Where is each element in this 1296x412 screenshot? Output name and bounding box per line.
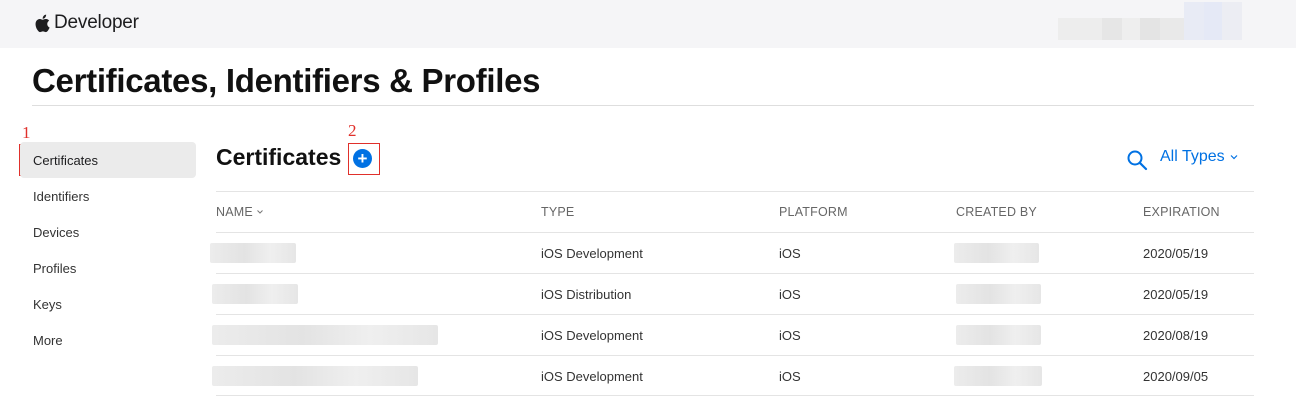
certificate-name	[212, 315, 438, 355]
sidebar-item-label: Keys	[33, 296, 62, 312]
sort-chevron-icon	[257, 210, 263, 214]
sidebar-item-more[interactable]: More	[20, 322, 196, 358]
type-filter-label: All Types	[1160, 148, 1225, 165]
sidebar-item-label: Certificates	[33, 152, 99, 168]
add-certificate-button[interactable]: +	[353, 149, 372, 168]
certificate-expiration: 2020/05/19	[1143, 286, 1209, 302]
plus-circle-icon: +	[357, 149, 368, 168]
sidebar-nav: Certificates Identifiers Devices Profile…	[20, 142, 196, 358]
certificate-platform: iOS	[779, 327, 801, 343]
title-divider	[32, 105, 1254, 106]
certificate-type: iOS Development	[541, 245, 643, 261]
section-title: Certificates	[216, 144, 342, 170]
certificate-name	[212, 356, 418, 396]
certificates-table: NAME TYPE PLATFORM CREATED BY EXPIRATION…	[210, 191, 1254, 396]
global-nav: Developer	[0, 0, 1296, 48]
certificate-type: iOS Distribution	[541, 286, 632, 302]
column-header-type: TYPE	[541, 205, 575, 219]
certificate-name	[210, 233, 296, 273]
certificate-expiration: 2020/09/05	[1143, 368, 1209, 384]
column-header-expiration: EXPIRATION	[1143, 205, 1220, 219]
callout-number-1: 1	[22, 123, 31, 142]
sidebar-item-devices[interactable]: Devices	[20, 214, 196, 250]
column-header-name[interactable]: NAME	[216, 192, 264, 232]
sidebar-item-label: Identifiers	[33, 188, 90, 204]
certificate-created-by	[954, 233, 1039, 273]
search-icon[interactable]	[1126, 149, 1148, 171]
column-header-platform: PLATFORM	[779, 205, 848, 219]
table-header-row: NAME TYPE PLATFORM CREATED BY EXPIRATION	[216, 191, 1254, 232]
sidebar-item-certificates[interactable]: Certificates	[20, 142, 196, 178]
apple-logo-icon	[35, 14, 50, 32]
sidebar-item-label: Profiles	[33, 260, 77, 276]
callout-number-2: 2	[348, 121, 357, 140]
certificate-expiration: 2020/05/19	[1143, 245, 1209, 261]
chevron-down-icon	[1230, 155, 1238, 160]
certificate-platform: iOS	[779, 368, 801, 384]
sidebar-item-label: More	[33, 332, 63, 348]
sidebar-item-profiles[interactable]: Profiles	[20, 250, 196, 286]
certificate-expiration: 2020/08/19	[1143, 327, 1209, 343]
certificate-created-by	[956, 315, 1041, 355]
certificate-created-by	[956, 274, 1041, 314]
certificate-created-by	[954, 356, 1042, 396]
page-title: Certificates, Identifiers & Profiles	[32, 62, 541, 99]
table-row[interactable]: iOS Development iOS 2020/05/19	[210, 232, 1254, 273]
account-menu[interactable]	[1058, 2, 1242, 40]
certificate-platform: iOS	[779, 245, 801, 261]
certificate-type: iOS Development	[541, 327, 643, 343]
certificate-platform: iOS	[779, 286, 801, 302]
sidebar-item-keys[interactable]: Keys	[20, 286, 196, 322]
type-filter-dropdown[interactable]: All Types	[1160, 148, 1239, 166]
column-header-created-by: CREATED BY	[956, 205, 1037, 219]
column-header-label: NAME	[216, 205, 253, 219]
table-row[interactable]: iOS Development iOS 2020/09/05	[212, 355, 1254, 396]
table-row[interactable]: iOS Development iOS 2020/08/19	[212, 314, 1254, 355]
brand-text: Developer	[54, 12, 139, 33]
table-row[interactable]: iOS Distribution iOS 2020/05/19	[212, 273, 1254, 314]
sidebar-item-identifiers[interactable]: Identifiers	[20, 178, 196, 214]
developer-brand[interactable]: Developer	[34, 10, 139, 36]
sidebar-item-label: Devices	[33, 224, 80, 240]
certificate-type: iOS Development	[541, 368, 643, 384]
certificate-name	[212, 274, 298, 314]
